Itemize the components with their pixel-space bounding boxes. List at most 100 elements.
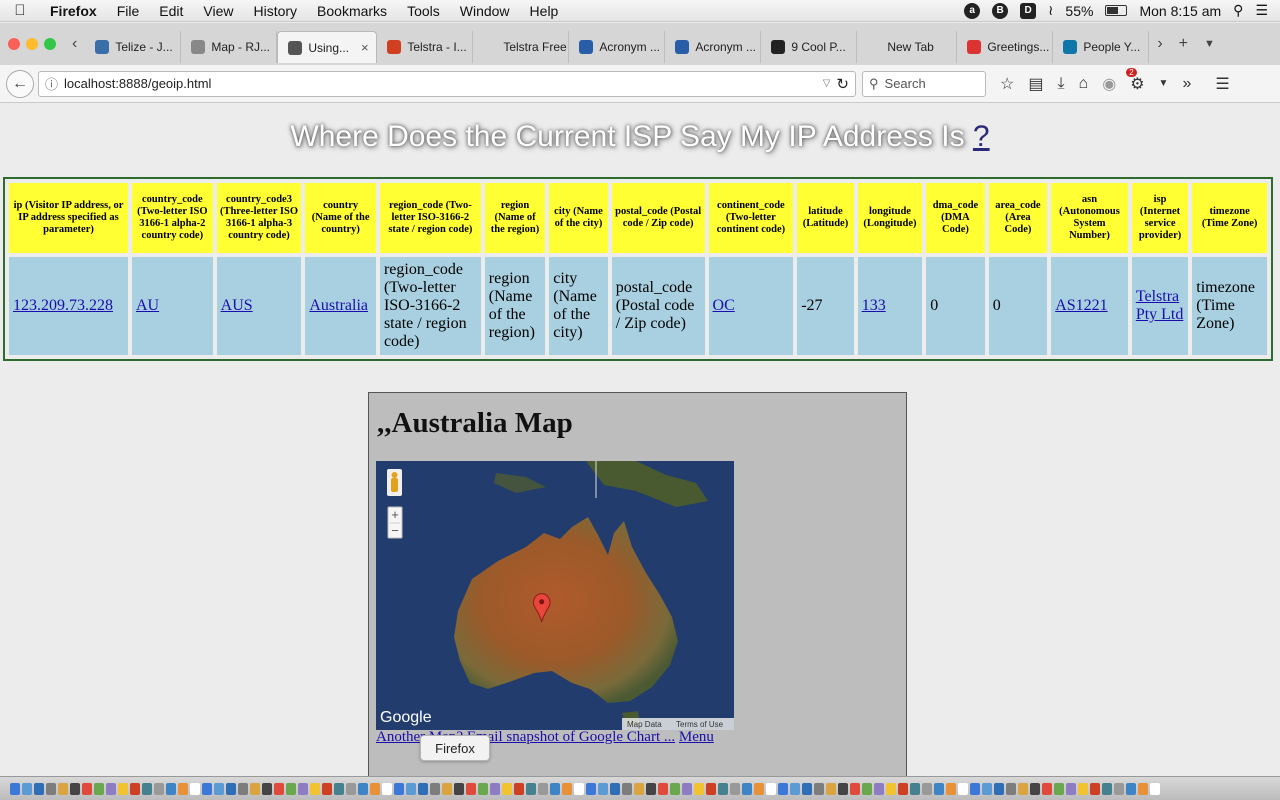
tab-7[interactable]: 9 Cool P... bbox=[761, 31, 858, 63]
dock-app-icon[interactable] bbox=[814, 782, 824, 795]
dock-app-icon[interactable] bbox=[634, 782, 644, 795]
dock-app-icon[interactable] bbox=[490, 782, 500, 795]
tab-8[interactable]: New Tab bbox=[857, 31, 958, 63]
dock-app-icon[interactable] bbox=[250, 782, 260, 795]
dock-app-icon[interactable] bbox=[478, 782, 488, 795]
new-tab-icon[interactable]: + bbox=[1171, 35, 1196, 53]
dock-app-icon[interactable] bbox=[982, 782, 992, 795]
zoom-in-button[interactable]: + bbox=[391, 507, 399, 522]
google-logo[interactable]: Google bbox=[380, 709, 432, 726]
overflow-chevron-icon[interactable]: » bbox=[1182, 75, 1191, 93]
tab-4[interactable]: Telstra Free ... bbox=[473, 31, 570, 63]
menu-edit[interactable]: Edit bbox=[149, 3, 193, 19]
table-cell-link[interactable]: AUS bbox=[221, 297, 253, 314]
dock-app-icon[interactable] bbox=[466, 782, 476, 795]
tab-1[interactable]: Map - RJ... bbox=[181, 31, 278, 63]
menu-app-name[interactable]: Firefox bbox=[40, 3, 107, 19]
dock-app-icon[interactable] bbox=[418, 782, 428, 795]
google-map[interactable]: + − Google Map Data Terms of Use bbox=[376, 461, 734, 730]
dock-app-icon[interactable] bbox=[526, 782, 536, 795]
search-input[interactable]: ⚲ Search bbox=[862, 70, 986, 97]
dock-app-icon[interactable] bbox=[118, 782, 128, 795]
dock-app-icon[interactable] bbox=[970, 782, 980, 795]
dock-app-icon[interactable] bbox=[406, 782, 416, 795]
hamburger-menu-icon[interactable]: ☰ bbox=[1215, 74, 1229, 94]
dock-app-icon[interactable] bbox=[34, 782, 44, 795]
dock-app-icon[interactable] bbox=[862, 782, 872, 795]
dock-app-icon[interactable] bbox=[58, 782, 68, 795]
pocket-icon[interactable]: ◉ bbox=[1102, 74, 1116, 94]
dock-app-icon[interactable] bbox=[670, 782, 680, 795]
terms-of-use-link[interactable]: Terms of Use bbox=[676, 720, 724, 729]
dock-app-icon[interactable] bbox=[1078, 782, 1088, 795]
menu-window[interactable]: Window bbox=[450, 3, 520, 19]
table-cell-link[interactable]: OC bbox=[713, 297, 735, 314]
menubar-clock[interactable]: Mon 8:15 am bbox=[1139, 3, 1221, 19]
dock-app-icon[interactable] bbox=[1090, 782, 1100, 795]
dock-app-icon[interactable] bbox=[730, 782, 740, 795]
tab-5[interactable]: Acronym ... bbox=[569, 31, 666, 63]
dock-app-icon[interactable] bbox=[202, 782, 212, 795]
dock-app-icon[interactable] bbox=[958, 782, 968, 795]
dock-app-icon[interactable] bbox=[178, 782, 188, 795]
dock-app-icon[interactable] bbox=[742, 782, 752, 795]
dock-app-icon[interactable] bbox=[610, 782, 620, 795]
menu-tools[interactable]: Tools bbox=[397, 3, 450, 19]
email-snapshot-link[interactable]: Email snapshot of Google Chart ... bbox=[467, 729, 675, 745]
dock-app-icon[interactable] bbox=[1126, 782, 1136, 795]
dock-app-icon[interactable] bbox=[838, 782, 848, 795]
table-cell-link[interactable]: 123.209.73.228 bbox=[13, 297, 113, 314]
page-title-help-link[interactable]: ? bbox=[973, 120, 990, 153]
dock-app-icon[interactable] bbox=[574, 782, 584, 795]
dock-app-icon[interactable] bbox=[154, 782, 164, 795]
dock-app-icon[interactable] bbox=[298, 782, 308, 795]
dock-app-icon[interactable] bbox=[166, 782, 176, 795]
dock-app-icon[interactable] bbox=[922, 782, 932, 795]
dock-app-icon[interactable] bbox=[1138, 782, 1148, 795]
dock-app-icon[interactable] bbox=[550, 782, 560, 795]
bookmark-star-icon[interactable]: ☆ bbox=[1000, 74, 1014, 94]
tab-9[interactable]: Greetings... bbox=[957, 31, 1054, 63]
dock-app-icon[interactable] bbox=[82, 782, 92, 795]
table-cell-link[interactable]: AS1221 bbox=[1055, 297, 1107, 314]
back-button[interactable]: ← bbox=[6, 69, 34, 98]
dock-app-icon[interactable] bbox=[370, 782, 380, 795]
dock-app-icon[interactable] bbox=[226, 782, 236, 795]
dock-app-icon[interactable] bbox=[694, 782, 704, 795]
dock-app-icon[interactable] bbox=[586, 782, 596, 795]
menu-history[interactable]: History bbox=[243, 3, 307, 19]
menu-view[interactable]: View bbox=[193, 3, 243, 19]
home-icon[interactable]: ⌂ bbox=[1079, 75, 1089, 93]
dock-app-icon[interactable] bbox=[454, 782, 464, 795]
table-cell-link[interactable]: Telstra Pty Ltd bbox=[1136, 288, 1184, 323]
downloads-icon[interactable]: ⤓ bbox=[1057, 75, 1064, 93]
tab-2[interactable]: Using... × bbox=[277, 31, 378, 63]
reading-list-icon[interactable]: ▤ bbox=[1028, 74, 1043, 94]
dock-app-icon[interactable] bbox=[514, 782, 524, 795]
dock-app-icon[interactable] bbox=[214, 782, 224, 795]
dock-app-icon[interactable] bbox=[94, 782, 104, 795]
list-tabs-icon[interactable]: ▼ bbox=[1196, 38, 1223, 50]
dock-app-icon[interactable] bbox=[910, 782, 920, 795]
dock-app-icon[interactable] bbox=[1006, 782, 1016, 795]
notification-center-icon[interactable]: ☰ bbox=[1255, 2, 1268, 19]
table-cell-link[interactable]: AU bbox=[136, 297, 159, 314]
dock-app-icon[interactable] bbox=[874, 782, 884, 795]
status-a-icon[interactable]: a bbox=[964, 2, 981, 19]
wifi-icon[interactable]: ≀ bbox=[1048, 2, 1053, 19]
dock-app-icon[interactable] bbox=[1030, 782, 1040, 795]
dock-app-icon[interactable] bbox=[430, 782, 440, 795]
dock-app-icon[interactable] bbox=[10, 782, 20, 795]
tab-6[interactable]: Acronym ... bbox=[665, 31, 762, 63]
tab-3[interactable]: Telstra - I... bbox=[377, 31, 474, 63]
site-identity-icon[interactable]: ⓘ bbox=[45, 74, 58, 93]
menu-link[interactable]: Menu bbox=[679, 729, 714, 745]
reload-icon[interactable]: ↻ bbox=[836, 75, 849, 93]
dock-app-icon[interactable] bbox=[262, 782, 272, 795]
dock-app-icon[interactable] bbox=[22, 782, 32, 795]
addon-icon[interactable]: ⚙ 2 bbox=[1126, 67, 1145, 94]
menu-file[interactable]: File bbox=[107, 3, 150, 19]
dock-app-icon[interactable] bbox=[598, 782, 608, 795]
dock-app-icon[interactable] bbox=[646, 782, 656, 795]
dock-app-icon[interactable] bbox=[322, 782, 332, 795]
